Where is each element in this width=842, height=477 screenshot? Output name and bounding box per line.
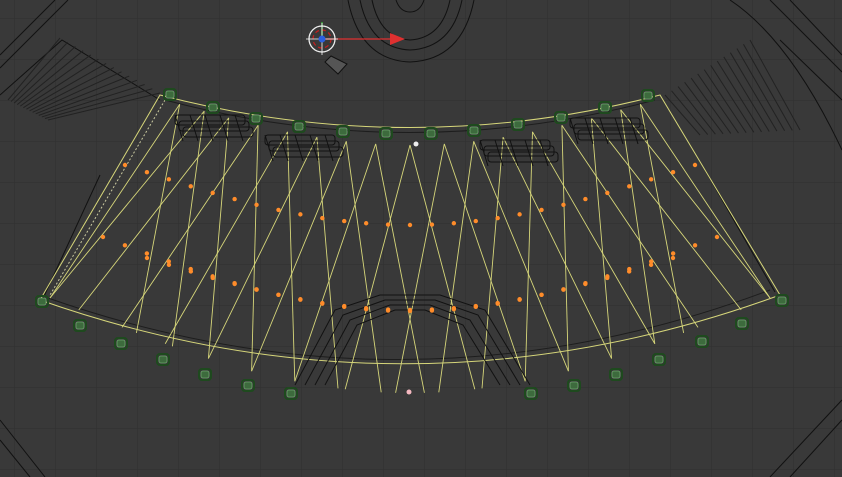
lamp-lens: [75, 321, 85, 330]
lamp-lens: [116, 339, 126, 348]
vertex-dot: [298, 297, 303, 302]
vertex-dot: [363, 306, 369, 311]
lamp-lens: [526, 389, 536, 398]
lamp-lens: [611, 370, 621, 379]
vertex-dot: [144, 255, 150, 261]
vertex-dot: [429, 222, 435, 227]
vertex-dot: [670, 170, 676, 175]
vertex-dot: [100, 234, 106, 240]
lamp-lens: [469, 126, 479, 135]
vertex-dot: [495, 215, 500, 221]
lamp-lens: [513, 120, 523, 129]
vertex-dot: [407, 307, 413, 313]
vertex-dot: [539, 207, 544, 213]
vertex-dot: [276, 207, 281, 213]
vertex-dot: [320, 215, 325, 221]
lamp-lens: [208, 103, 218, 112]
vertex-dot: [473, 303, 478, 309]
lamp-lens: [643, 91, 653, 100]
vertex-dot: [276, 292, 281, 297]
vertex-dot: [298, 212, 303, 217]
vertex-dot: [254, 202, 259, 207]
vertex-dot: [561, 287, 566, 292]
lamp-lens: [556, 113, 566, 122]
3d-viewport[interactable]: [0, 0, 842, 477]
lamp-lens: [37, 297, 47, 306]
vertex-dot: [407, 222, 413, 228]
vertex-dot: [670, 255, 676, 261]
lamp-lens: [294, 122, 304, 131]
vertex-dot: [714, 234, 720, 240]
vertex-dot: [648, 177, 654, 182]
vertex-dot: [210, 275, 215, 281]
vertex-dot: [232, 281, 237, 287]
vertex-dot: [232, 196, 237, 202]
lamp-lens: [381, 129, 391, 138]
vertex-dot: [342, 303, 347, 309]
vertex-dot: [539, 292, 544, 297]
vertex-dot: [451, 306, 457, 311]
vertex-dot: [473, 218, 478, 224]
vertex-dot: [166, 262, 172, 267]
vertex-dot: [166, 177, 172, 182]
vertex-dot: [320, 300, 325, 306]
vertex-dot: [144, 251, 150, 256]
vertex-dot: [188, 184, 193, 189]
stage-origin-point: [406, 389, 412, 395]
vertex-dot: [363, 221, 369, 226]
lamp-lens: [426, 129, 436, 138]
vertex-dot: [626, 269, 632, 274]
vertex-dot: [583, 196, 588, 202]
lamp-lens: [158, 355, 168, 364]
vertex-dot: [122, 243, 128, 248]
vertex-dot: [627, 184, 632, 189]
vertex-dot: [561, 202, 566, 207]
lamp-lens: [697, 337, 707, 346]
vertex-dot: [648, 262, 654, 267]
lamp-lens: [338, 127, 348, 136]
lamp-lens: [654, 355, 664, 364]
lamp-lens: [569, 381, 579, 390]
vertex-dot: [605, 275, 610, 281]
scene-canvas[interactable]: [0, 0, 842, 477]
lamp-lens: [165, 90, 175, 99]
lamp-lens: [737, 319, 747, 328]
vertex-dot: [495, 300, 500, 306]
vertex-dot: [429, 307, 435, 312]
vertex-dot: [188, 269, 194, 274]
lamp-lens: [777, 296, 787, 305]
vertex-dot: [692, 243, 698, 248]
lamp-lens: [200, 370, 210, 379]
lamp-lens: [600, 103, 610, 112]
vertex-dot: [122, 162, 128, 168]
cursor-3d-icon: [413, 141, 419, 147]
vertex-dot: [670, 251, 676, 256]
vertex-dot: [692, 162, 698, 168]
vertex-dot: [517, 212, 522, 217]
vertex-dot: [385, 222, 391, 227]
vertex-dot: [451, 221, 457, 226]
lamp-lens: [251, 114, 261, 123]
vertex-dot: [517, 297, 522, 302]
vertex-dot: [144, 170, 150, 175]
vertex-dot: [583, 281, 588, 287]
vertex-dot: [254, 287, 259, 292]
vertex-dot: [210, 190, 215, 196]
vertex-dot: [385, 307, 391, 312]
lamp-lens: [286, 389, 296, 398]
vertex-dot: [342, 218, 347, 224]
vertex-dot: [605, 190, 610, 196]
lamp-lens: [243, 381, 253, 390]
